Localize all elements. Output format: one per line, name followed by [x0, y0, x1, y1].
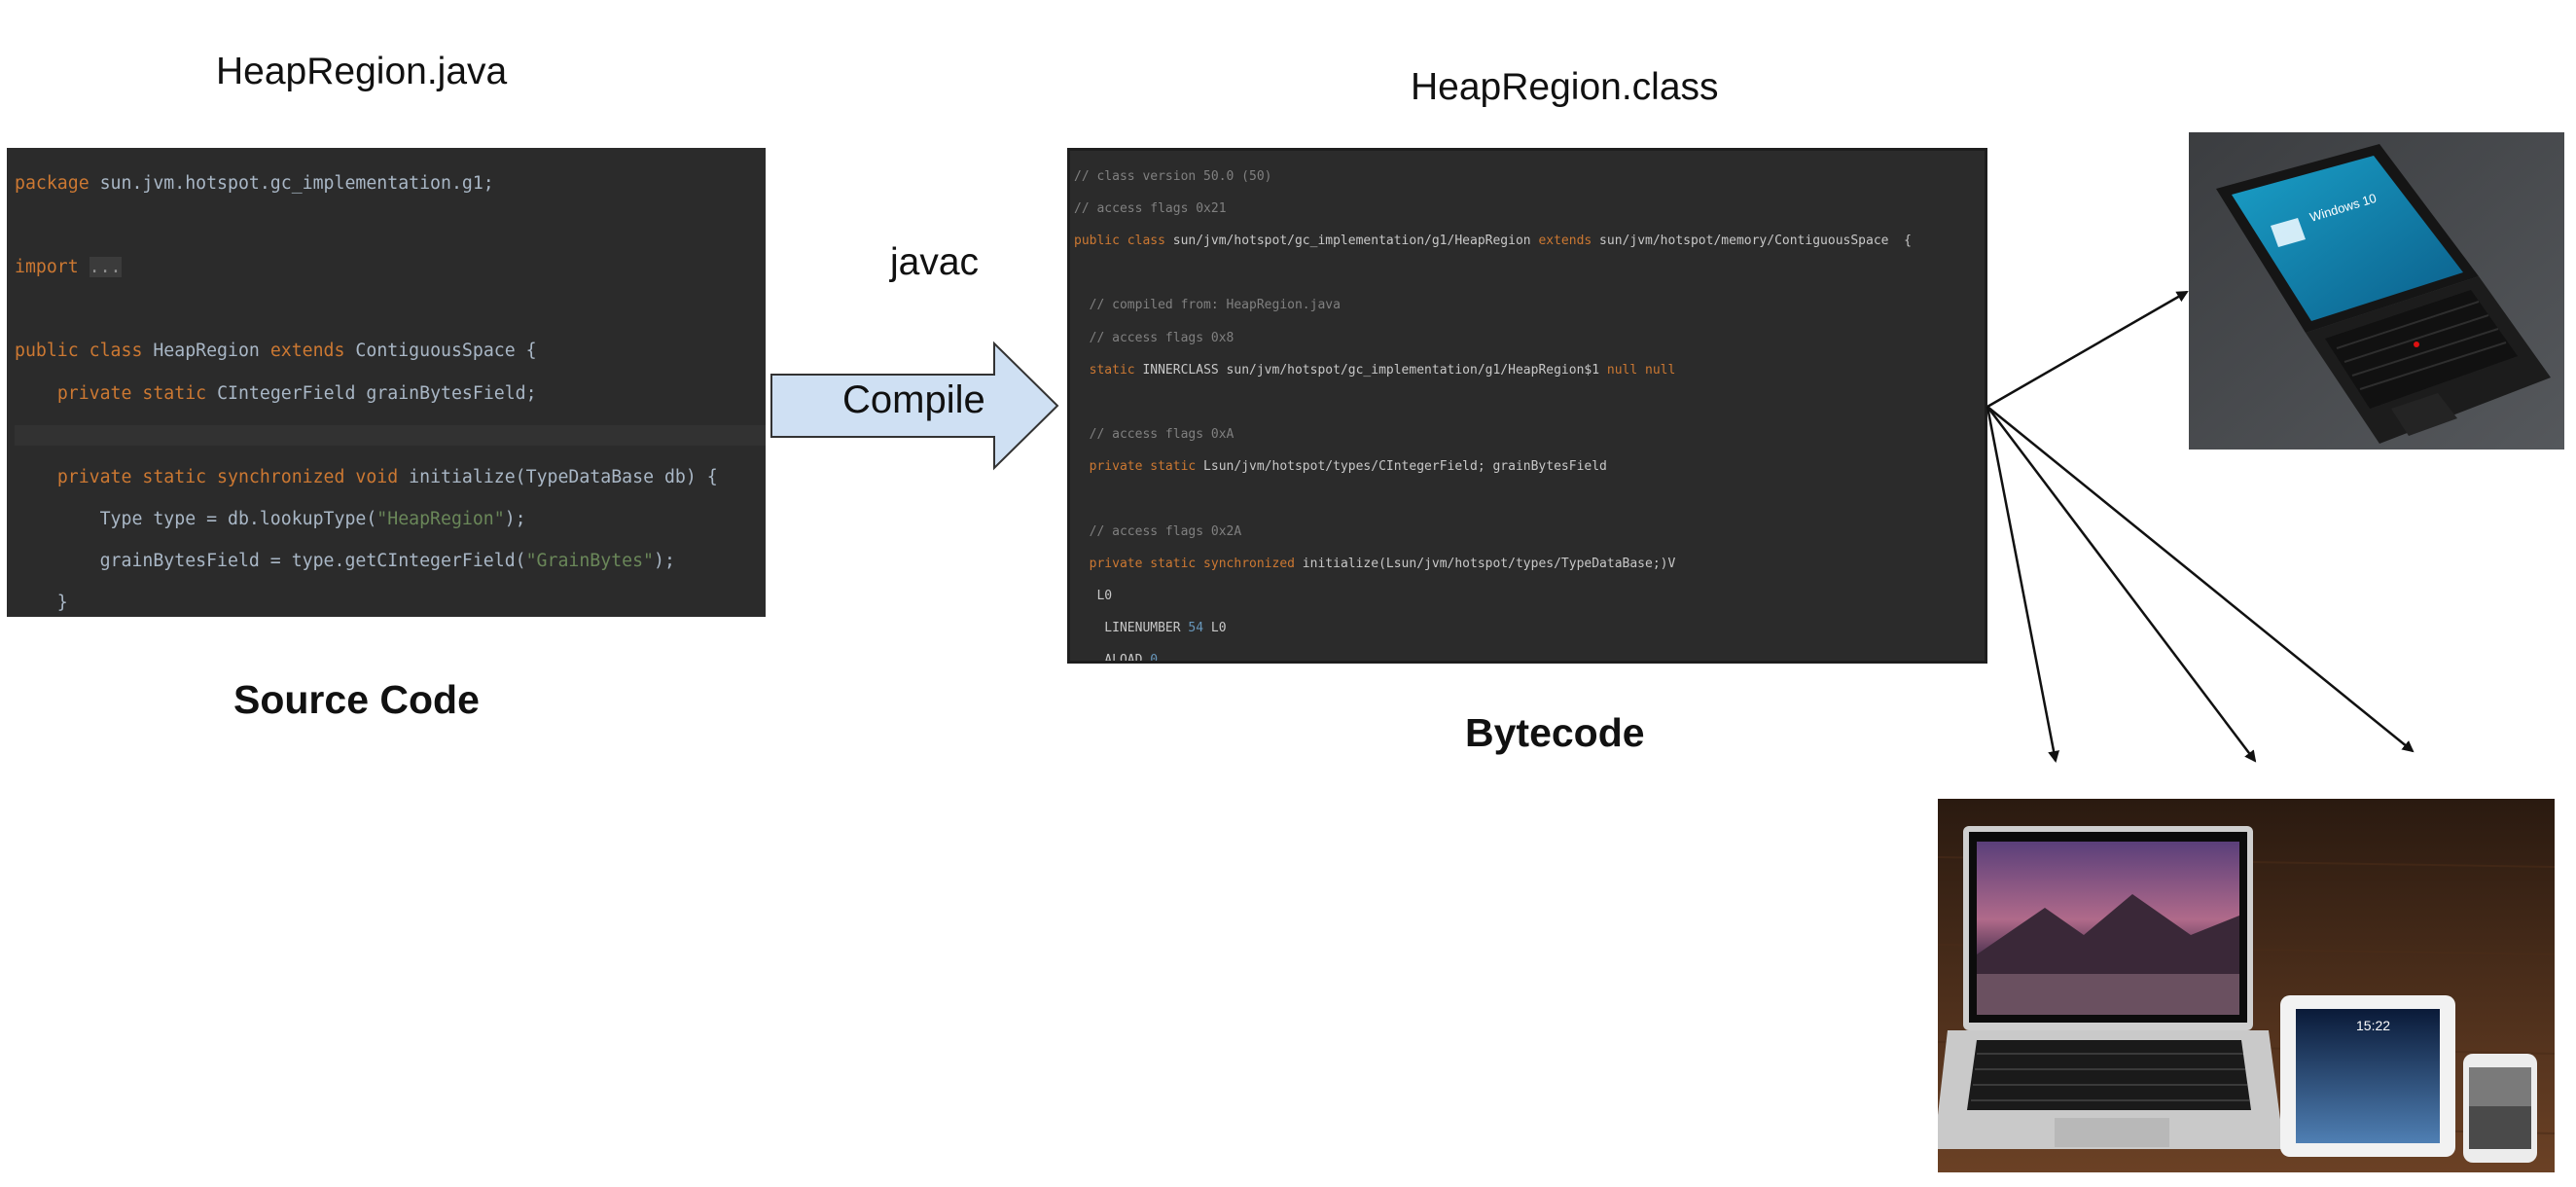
arrow-to-windows-laptop [1986, 290, 2189, 409]
arrow-to-macbook [1986, 406, 2060, 763]
arrow-to-ipad [1986, 406, 2257, 763]
tablet-time-text: 15:22 [2356, 1018, 2390, 1033]
arrow-to-iphone [1986, 406, 2415, 753]
apple-devices-photo: 15:22 [1938, 799, 2555, 1172]
windows-laptop-photo: Windows 10 [2189, 132, 2564, 450]
